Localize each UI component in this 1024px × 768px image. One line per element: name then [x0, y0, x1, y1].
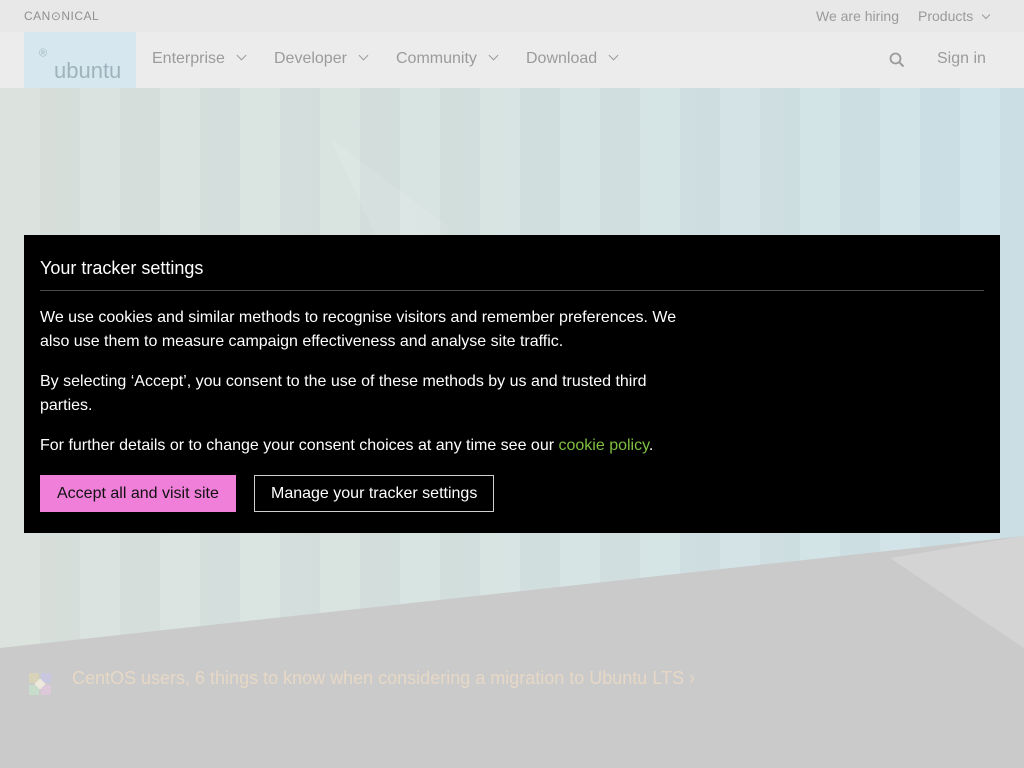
- centos-migration-link[interactable]: CentOS users, 6 things to know when cons…: [72, 668, 695, 689]
- nav-item-community[interactable]: Community: [396, 50, 499, 68]
- main-navigation: ubuntu ® Enterprise Developer Community D…: [0, 32, 1024, 88]
- products-menu[interactable]: Products: [918, 8, 991, 24]
- nav-item-label: Download: [526, 50, 598, 67]
- consent-paragraph-2: By selecting ‘Accept’, you consent to th…: [40, 373, 647, 414]
- chevron-down-icon: [982, 10, 991, 20]
- chevron-down-icon: [358, 50, 369, 61]
- search-icon[interactable]: [889, 52, 905, 68]
- consent-paragraph-3-end: .: [648, 437, 654, 454]
- sign-in-link[interactable]: Sign in: [937, 50, 986, 68]
- consent-paragraph-3: For further details or to change your co…: [40, 434, 700, 458]
- consent-paragraph-1: We use cookies and similar methods to re…: [40, 309, 677, 350]
- nav-item-label: Enterprise: [152, 50, 225, 67]
- nav-item-developer[interactable]: Developer: [274, 50, 369, 68]
- chevron-down-icon: [608, 50, 619, 61]
- announcement-banner: CentOS users, 6 things to know when cons…: [24, 664, 924, 695]
- nav-item-enterprise[interactable]: Enterprise: [152, 50, 247, 68]
- ubuntu-logo-text: ubuntu: [54, 58, 122, 83]
- nav-item-label: Community: [396, 50, 477, 67]
- dialog-title: Your tracker settings: [40, 258, 204, 278]
- consent-paragraph-3-text: For further details or to change your co…: [40, 437, 559, 454]
- ubuntu-logo[interactable]: ubuntu ®: [24, 32, 136, 88]
- nav-item-download[interactable]: Download: [526, 50, 619, 68]
- centos-logo-icon: [29, 673, 51, 695]
- chevron-down-icon: [236, 50, 247, 61]
- accept-all-button[interactable]: Accept all and visit site: [40, 475, 236, 512]
- canonical-logo[interactable]: CAN⊙NICAL: [24, 9, 99, 23]
- dialog-divider: [40, 290, 984, 291]
- chevron-down-icon: [488, 50, 499, 61]
- nav-item-label: Developer: [274, 50, 347, 67]
- ubuntu-logo-mark: ®: [39, 47, 48, 60]
- cookie-policy-link[interactable]: cookie policy: [559, 437, 649, 454]
- canonical-topbar: CAN⊙NICAL We are hiring Products: [0, 0, 1024, 32]
- cookie-consent-dialog: Your tracker settings We use cookies and…: [24, 235, 1000, 533]
- products-label: Products: [918, 8, 974, 24]
- manage-tracker-settings-button[interactable]: Manage your tracker settings: [254, 475, 495, 512]
- we-are-hiring-link[interactable]: We are hiring: [816, 8, 899, 24]
